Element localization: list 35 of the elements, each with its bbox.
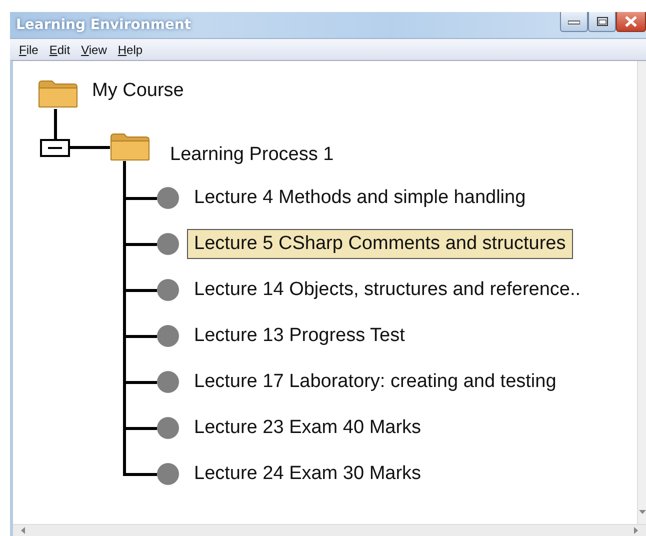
menu-item[interactable]: Help (116, 42, 144, 56)
tree-item-label[interactable]: Lecture 13 Progress Test (187, 321, 412, 351)
tree-item-label[interactable]: Lecture 17 Laboratory: creating and testing (187, 367, 564, 397)
minimize-icon (568, 18, 580, 24)
tree-item-label[interactable]: Lecture 23 Exam 40 Marks (187, 413, 428, 443)
scroll-right-icon[interactable] (634, 527, 638, 534)
scroll-left-icon[interactable] (21, 527, 25, 534)
tree-item-label[interactable]: Lecture 4 Methods and simple handling (187, 183, 533, 213)
tree-item-label[interactable]: Lecture 5 CSharp Comments and structures (187, 229, 573, 259)
window-title: Learning Environment (15, 16, 192, 33)
menu-item[interactable]: File (18, 42, 40, 56)
scroll-down-icon[interactable] (638, 510, 646, 514)
tree-item-label[interactable]: Learning Process 1 (170, 144, 334, 166)
tree-item-label[interactable]: Lecture 14 Objects, structures and reference.. (187, 275, 588, 305)
circle-icon (157, 233, 179, 255)
menu-item[interactable]: View (80, 42, 108, 56)
tree-item-label[interactable]: Lecture 24 Exam 30 Marks (187, 459, 428, 489)
close-button[interactable] (616, 12, 646, 32)
close-icon (625, 16, 637, 27)
circle-icon (157, 371, 179, 393)
horizontal-scrollbar[interactable] (13, 524, 646, 536)
minimize-button[interactable] (560, 12, 588, 32)
menu-item[interactable]: Edit (48, 42, 72, 56)
circle-icon (157, 463, 179, 485)
tree-item-label[interactable]: My Course (92, 80, 184, 102)
maximize-button[interactable] (588, 12, 616, 32)
circle-icon (157, 417, 179, 439)
folder-icon (38, 80, 78, 108)
vertical-scrollbar[interactable] (637, 61, 646, 524)
circle-icon (157, 279, 179, 301)
collapse-button[interactable] (40, 139, 70, 157)
folder-icon (110, 133, 150, 161)
circle-icon (157, 187, 179, 209)
circle-icon (157, 325, 179, 347)
maximize-icon (596, 17, 608, 26)
